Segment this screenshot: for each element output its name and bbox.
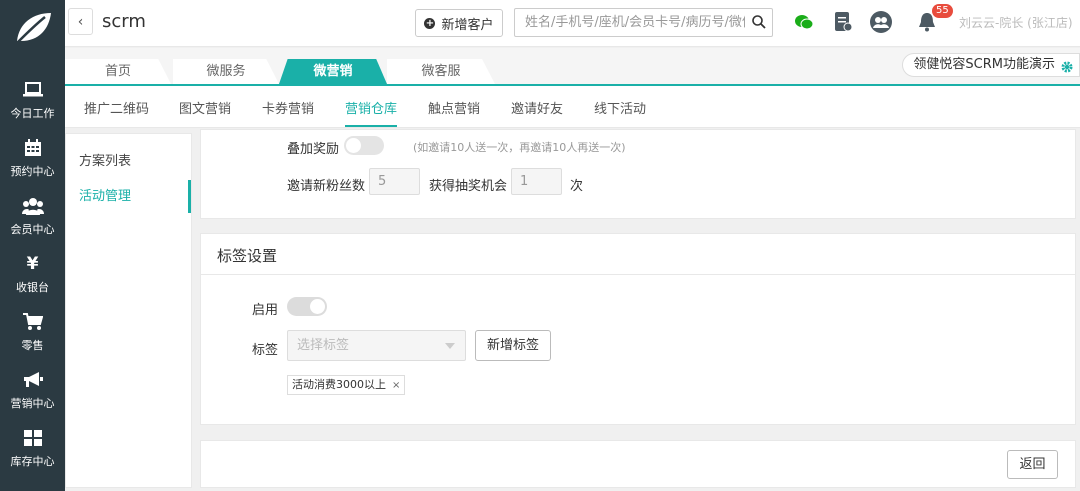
sidebar-item-marketing[interactable]: 营销中心: [0, 361, 65, 419]
invite-count-input[interactable]: 5: [369, 168, 420, 195]
tab-home[interactable]: 首页: [65, 59, 171, 84]
sidebar-item-label: 零售: [21, 339, 44, 352]
chevron-left-icon: ‹: [77, 13, 84, 30]
gear-icon: [1061, 59, 1073, 81]
sidebar-item-members[interactable]: 会员中心: [0, 187, 65, 245]
subtab-coupon-marketing[interactable]: 卡券营销: [262, 98, 314, 117]
subtab-touchpoint-marketing[interactable]: 触点营销: [428, 98, 480, 117]
document-icon[interactable]: [831, 10, 855, 34]
demo-button[interactable]: 领健悦容SCRM功能演示: [902, 53, 1080, 77]
back-button[interactable]: 返回: [1007, 450, 1058, 479]
add-customer-label: 新增客户: [441, 17, 494, 33]
lottery-chance-label: 获得抽奖机会: [429, 179, 508, 194]
laptop-icon: [22, 79, 43, 101]
plus-circle-icon: +: [424, 17, 436, 29]
sidebar-item-retail[interactable]: 零售: [0, 303, 65, 361]
back-chevron-button[interactable]: ‹: [68, 8, 93, 35]
cart-icon: [22, 311, 43, 333]
reward-settings-panel: 叠加奖励 (如邀请10人送一次，再邀请10人再送一次) 邀请新粉丝数 5 获得抽…: [200, 129, 1076, 219]
stack-reward-hint: (如邀请10人送一次，再邀请10人再送一次): [413, 141, 626, 154]
add-customer-button[interactable]: + 新增客户: [415, 9, 503, 37]
app-logo[interactable]: [0, 0, 65, 56]
sidebar: 今日工作 预约中心 会员中心 ¥ 收银台 零售 营销中心 库存中心: [0, 0, 65, 491]
sidebar-item-label: 库存中心: [10, 455, 55, 468]
sidebar-item-label: 今日工作: [10, 107, 55, 120]
tag-settings-panel: 标签设置 启用 标签 选择标签 新增标签 活动消费3000以上 ×: [200, 233, 1076, 425]
subtab-offline-activity[interactable]: 线下活动: [594, 98, 646, 117]
yen-icon: ¥: [26, 254, 39, 274]
subnav-activity-management[interactable]: 活动管理: [66, 180, 191, 213]
enable-toggle[interactable]: [287, 297, 327, 316]
enable-label: 启用: [252, 303, 279, 318]
sidebar-item-inventory[interactable]: 库存中心: [0, 419, 65, 477]
sidebar-item-cashier[interactable]: ¥ 收银台: [0, 245, 65, 303]
selected-tag-chip: 活动消费3000以上 ×: [287, 375, 406, 395]
subtab-marketing-warehouse[interactable]: 营销仓库: [345, 98, 398, 127]
search-input[interactable]: [515, 9, 745, 36]
group-users-icon[interactable]: [869, 10, 893, 34]
subtab-invite-friends[interactable]: 邀请好友: [511, 98, 563, 117]
add-tag-button[interactable]: 新增标签: [475, 330, 551, 361]
sidebar-item-label: 预约中心: [10, 165, 55, 178]
remove-tag-icon[interactable]: ×: [392, 380, 400, 391]
sidebar-item-label: 营销中心: [10, 397, 55, 410]
section-divider: [201, 274, 1075, 275]
tag-label: 标签: [252, 343, 279, 358]
leaf-logo-icon: [15, 13, 51, 44]
megaphone-icon: [23, 369, 43, 391]
sidebar-item-today-work[interactable]: 今日工作: [0, 71, 65, 129]
tab-micro-customer-service[interactable]: 微客服: [387, 59, 495, 84]
grid-icon: [23, 427, 42, 449]
notification-badge: 55: [932, 4, 953, 18]
footer-panel: 返回: [200, 440, 1076, 488]
toggle-knob: [310, 299, 325, 314]
search-icon[interactable]: [752, 15, 766, 33]
sidebar-item-label: 收银台: [16, 281, 49, 294]
sub-nav: 方案列表 活动管理: [65, 133, 192, 488]
invite-count-label: 邀请新粉丝数: [287, 179, 366, 194]
users-icon: [21, 195, 44, 217]
lottery-chance-input[interactable]: 1: [511, 168, 562, 195]
tab-micro-service[interactable]: 微服务: [173, 59, 279, 84]
selected-tag-label: 活动消费3000以上: [292, 378, 386, 391]
top-header: ‹ scrm + 新增客户 55 刘云云-院长 (张江店): [65, 0, 1080, 47]
app-title: scrm: [102, 11, 146, 32]
subtab-graphic-marketing[interactable]: 图文营销: [179, 98, 231, 117]
subnav-plan-list[interactable]: 方案列表: [66, 145, 191, 178]
subtab-qr-code[interactable]: 推广二维码: [84, 98, 149, 117]
tag-select[interactable]: 选择标签: [287, 330, 466, 361]
toggle-knob: [346, 138, 361, 153]
sidebar-item-label: 会员中心: [10, 223, 55, 236]
calendar-icon: [24, 137, 42, 159]
user-name[interactable]: 刘云云-院长 (张江店): [959, 14, 1073, 31]
tab-micro-marketing[interactable]: 微营销: [279, 59, 387, 84]
stack-reward-label: 叠加奖励: [287, 142, 340, 157]
wechat-icon[interactable]: [792, 10, 816, 34]
module-tabs: 首页 微服务 微营销 微客服 领健悦容SCRM功能演示: [65, 48, 1080, 84]
tag-select-placeholder: 选择标签: [297, 338, 350, 353]
caret-down-icon: [445, 343, 455, 349]
search-box: [514, 8, 773, 37]
stack-reward-toggle[interactable]: [344, 136, 384, 155]
demo-button-label: 领健悦容SCRM功能演示: [913, 57, 1055, 72]
sidebar-item-appointments[interactable]: 预约中心: [0, 129, 65, 187]
tag-settings-title: 标签设置: [217, 247, 278, 265]
sub-tabs: 推广二维码 图文营销 卡券营销 营销仓库 触点营销 邀请好友 线下活动: [65, 86, 1080, 128]
lottery-unit: 次: [570, 179, 584, 194]
